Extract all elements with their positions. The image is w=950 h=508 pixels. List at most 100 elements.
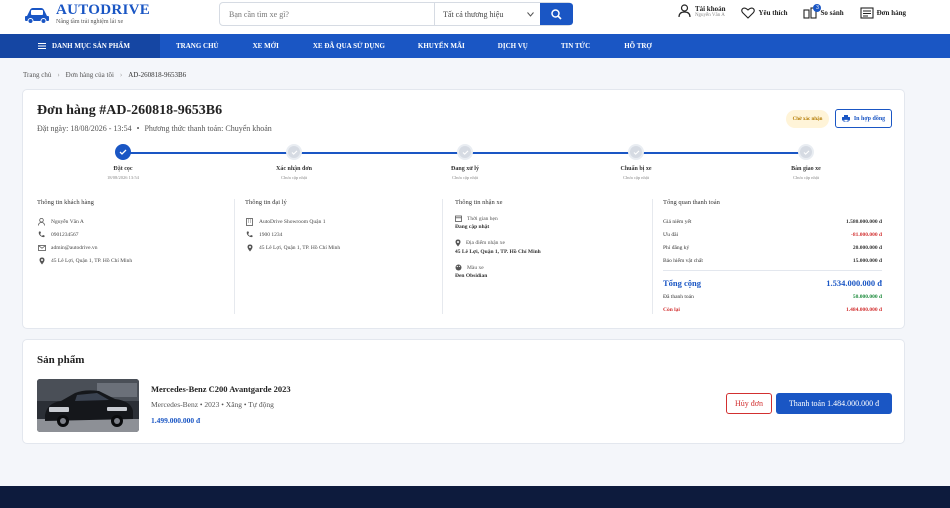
delivery-time-value: Đang cập nhật xyxy=(455,224,490,230)
dealer-address: 45 Lê Lợi, Quận 1, TP. Hồ Chí Minh xyxy=(259,244,341,251)
products-title: Sản phẩm xyxy=(37,354,85,366)
brand-name: AUTODRIVE xyxy=(56,2,151,18)
map-pin-icon xyxy=(245,243,254,252)
delivery-time-label-row: Thời gian hẹn xyxy=(455,215,652,222)
breadcrumb-orders[interactable]: Đơn hàng của tôi xyxy=(66,71,114,79)
nav-link-services[interactable]: DỊCH VỤ xyxy=(498,42,528,50)
cancel-order-button[interactable]: Hủy đơn xyxy=(726,393,772,414)
delivery-place-value: 45 Lê Lợi, Quận 1, TP. Hồ Chí Minh xyxy=(455,249,541,255)
nav-link-new-cars[interactable]: XE MỚI xyxy=(253,42,279,50)
brand-filter-value: Tất cả thương hiệu xyxy=(443,9,504,19)
nav-links: TRANG CHỦ XE MỚI XE ĐÃ QUA SỬ DỤNG KHUYẾ… xyxy=(160,42,652,50)
orders-label: Đơn hàng xyxy=(876,9,906,17)
check-icon xyxy=(803,149,809,155)
customer-phone-row: 0901234567 xyxy=(37,228,234,241)
account-link[interactable]: Tài khoản Nguyễn Văn A xyxy=(678,4,726,18)
account-label: Tài khoản xyxy=(694,4,726,13)
print-contract-button[interactable]: In hợp đồng xyxy=(835,109,892,128)
logo[interactable]: AUTODRIVE Nâng tầm trải nghiệm lái xe xyxy=(24,2,150,25)
payment-method: Phương thức thanh toán: Chuyển khoản xyxy=(144,124,272,133)
remaining-value: 1.484.000.000 đ xyxy=(845,306,882,313)
chevron-right-icon: › xyxy=(119,71,123,79)
customer-name: Nguyễn Văn A xyxy=(51,218,84,225)
order-meta: Đặt ngày: 18/08/2026 - 13:54 • Phương thức… xyxy=(37,124,272,133)
product-image[interactable] xyxy=(37,379,139,432)
search-input[interactable] xyxy=(220,3,434,25)
map-pin-icon xyxy=(37,256,46,265)
nav-link-used-cars[interactable]: XE ĐÃ QUA SỬ DỤNG xyxy=(313,42,385,50)
dealer-info: Thông tin đại lý AutoDrive Showroom Quận… xyxy=(245,199,443,314)
summary-row: Phí đăng ký 20.000.000 đ xyxy=(663,241,882,254)
step-pending-icon xyxy=(628,144,644,160)
printer-icon xyxy=(841,115,850,122)
dealer-address-row: 45 Lê Lợi, Quận 1, TP. Hồ Chí Minh xyxy=(245,241,442,254)
nav-link-support[interactable]: HỖ TRỢ xyxy=(624,42,652,50)
product-price: 1.499.000.000 đ xyxy=(151,416,201,425)
step-time: Chưa cập nhật xyxy=(793,175,819,180)
nav-link-promotions[interactable]: KHUYẾN MÃI xyxy=(418,42,465,50)
phone-icon xyxy=(37,230,46,239)
main-nav: DANH MỤC SẢN PHẨM TRANG CHỦ XE MỚI XE ĐÃ… xyxy=(0,34,950,58)
chevron-right-icon: › xyxy=(57,71,60,79)
car-color-label: Màu xe xyxy=(467,264,484,271)
calendar-icon xyxy=(455,215,462,222)
step-pending-icon xyxy=(798,144,814,160)
dealer-info-title: Thông tin đại lý xyxy=(245,199,287,206)
mail-icon xyxy=(37,243,46,252)
summary-row: Ưu đãi -81.000.000 đ xyxy=(663,228,882,241)
paid-label: Đã thanh toán xyxy=(663,293,694,300)
step-label: Bàn giao xe xyxy=(791,166,821,172)
step-time: Chưa cập nhật xyxy=(623,175,649,180)
check-icon xyxy=(633,149,639,155)
heart-icon xyxy=(741,7,756,19)
step-processing: Đang xử lý Chưa cập nhật xyxy=(425,144,505,180)
compare-label: So sánh xyxy=(820,9,844,17)
breadcrumb-home[interactable]: Trang chủ xyxy=(23,71,51,79)
total-value: 1.534.000.000 đ xyxy=(826,277,882,288)
customer-address-row: 45 Lê Lợi, Quận 1, TP. Hồ Chí Minh xyxy=(37,254,234,267)
step-time: Chưa cập nhật xyxy=(281,175,307,180)
delivery-place-label-row: Địa điểm nhận xe xyxy=(455,239,652,247)
customer-address: 45 Lê Lợi, Quận 1, TP. Hồ Chí Minh xyxy=(51,257,133,264)
order-detail-card: Đơn hàng #AD-260818-9653B6 Đặt ngày: 18/… xyxy=(22,89,905,329)
nav-link-home[interactable]: TRANG CHỦ xyxy=(176,42,219,50)
nav-link-news[interactable]: TIN TỨC xyxy=(561,42,590,50)
order-progress: Đặt cọc 18/08/2026 13:54 Xác nhận đơn Ch… xyxy=(23,142,906,187)
car-color-value: Đen Obsidian xyxy=(455,273,488,279)
delivery-info-title: Thông tin nhận xe xyxy=(455,199,503,206)
search-bar: Tất cả thương hiệu xyxy=(219,2,573,26)
delivery-time-label: Thời gian hẹn xyxy=(467,215,498,222)
wishlist-link[interactable]: Yêu thích xyxy=(741,7,787,19)
brand-tagline: Nâng tầm trải nghiệm lái xe xyxy=(56,19,124,25)
brand-filter-select[interactable]: Tất cả thương hiệu xyxy=(434,3,540,25)
pay-button[interactable]: Thanh toán 1.484.000.000 đ xyxy=(776,393,892,414)
order-date: Đặt ngày: 18/08/2026 - 13:54 xyxy=(37,124,132,133)
delivery-info: Thông tin nhận xe Thời gian hẹn Đang cập… xyxy=(455,199,653,314)
breadcrumb-current: AD-260818-9653B6 xyxy=(128,71,187,79)
summary-value: 15.000.000 đ xyxy=(852,257,882,264)
search-button[interactable] xyxy=(540,3,573,25)
summary-value: 1.580.000.000 đ xyxy=(845,218,882,225)
account-user: Nguyễn Văn A xyxy=(694,12,725,18)
dealer-phone: 1900 1234 xyxy=(259,231,283,238)
orders-link[interactable]: Đơn hàng xyxy=(860,7,906,19)
summary-label: Ưu đãi xyxy=(663,231,679,238)
category-menu-button[interactable]: DANH MỤC SẢN PHẨM xyxy=(0,34,160,58)
step-pending-icon xyxy=(457,144,473,160)
site-header: AUTODRIVE Nâng tầm trải nghiệm lái xe Tấ… xyxy=(0,0,950,34)
delivery-place-label: Địa điểm nhận xe xyxy=(466,240,505,246)
step-complete-icon xyxy=(115,144,131,160)
phone-icon xyxy=(245,230,254,239)
product-name[interactable]: Mercedes-Benz C200 Avantgarde 2023 xyxy=(151,384,291,394)
header-actions: Tài khoản Nguyễn Văn A Yêu thích 3 So sá… xyxy=(678,4,950,19)
customer-email-row: admin@autodrive.vn xyxy=(37,241,234,254)
step-label: Chuẩn bị xe xyxy=(620,166,652,172)
check-icon xyxy=(462,149,468,155)
breadcrumb: Trang chủ › Đơn hàng của tôi › AD-260818… xyxy=(23,71,186,79)
summary-value: 20.000.000 đ xyxy=(852,244,882,251)
compare-link[interactable]: 3 So sánh xyxy=(803,4,844,19)
order-title: Đơn hàng #AD-260818-9653B6 xyxy=(37,103,223,118)
customer-email: admin@autodrive.vn xyxy=(51,244,98,251)
car-color-label-row: Màu xe xyxy=(455,264,652,271)
print-contract-label: In hợp đồng xyxy=(853,115,886,122)
